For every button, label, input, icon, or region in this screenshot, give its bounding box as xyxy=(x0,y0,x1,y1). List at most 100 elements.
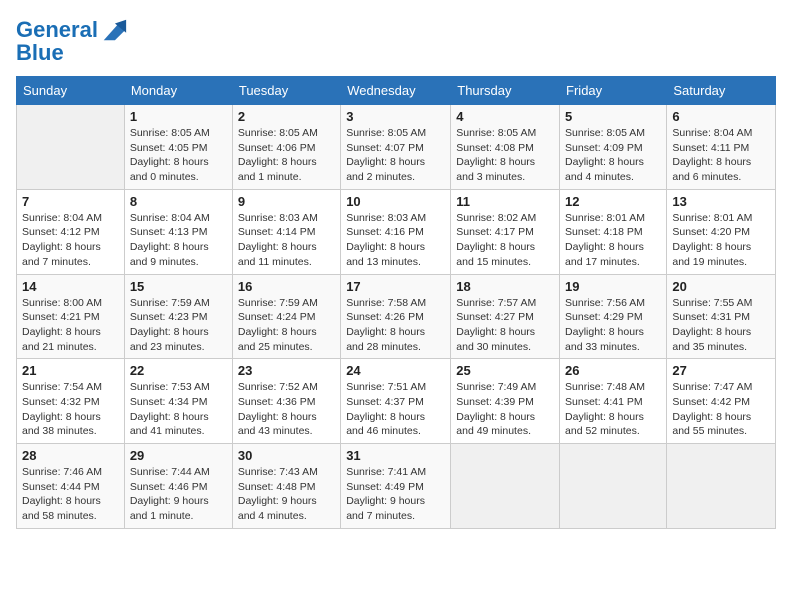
day-info: Sunrise: 7:46 AMSunset: 4:44 PMDaylight:… xyxy=(22,465,119,524)
day-info: Sunrise: 8:00 AMSunset: 4:21 PMDaylight:… xyxy=(22,296,119,355)
calendar-cell: 1 Sunrise: 8:05 AMSunset: 4:05 PMDayligh… xyxy=(124,105,232,190)
day-header-monday: Monday xyxy=(124,77,232,105)
day-number: 31 xyxy=(346,448,445,463)
day-number: 5 xyxy=(565,109,661,124)
day-number: 20 xyxy=(672,279,770,294)
day-header-friday: Friday xyxy=(560,77,667,105)
day-number: 16 xyxy=(238,279,335,294)
day-number: 21 xyxy=(22,363,119,378)
calendar-cell: 5 Sunrise: 8:05 AMSunset: 4:09 PMDayligh… xyxy=(560,105,667,190)
calendar-cell: 6 Sunrise: 8:04 AMSunset: 4:11 PMDayligh… xyxy=(667,105,776,190)
day-info: Sunrise: 7:43 AMSunset: 4:48 PMDaylight:… xyxy=(238,465,335,524)
calendar-table: SundayMondayTuesdayWednesdayThursdayFrid… xyxy=(16,76,776,529)
day-number: 18 xyxy=(456,279,554,294)
calendar-cell: 19 Sunrise: 7:56 AMSunset: 4:29 PMDaylig… xyxy=(560,274,667,359)
day-info: Sunrise: 8:05 AMSunset: 4:05 PMDaylight:… xyxy=(130,126,227,185)
day-info: Sunrise: 8:05 AMSunset: 4:08 PMDaylight:… xyxy=(456,126,554,185)
day-info: Sunrise: 8:01 AMSunset: 4:18 PMDaylight:… xyxy=(565,211,661,270)
week-row-2: 7 Sunrise: 8:04 AMSunset: 4:12 PMDayligh… xyxy=(17,189,776,274)
day-info: Sunrise: 8:04 AMSunset: 4:13 PMDaylight:… xyxy=(130,211,227,270)
calendar-cell: 29 Sunrise: 7:44 AMSunset: 4:46 PMDaylig… xyxy=(124,444,232,529)
day-info: Sunrise: 8:03 AMSunset: 4:14 PMDaylight:… xyxy=(238,211,335,270)
calendar-cell: 15 Sunrise: 7:59 AMSunset: 4:23 PMDaylig… xyxy=(124,274,232,359)
day-info: Sunrise: 8:05 AMSunset: 4:06 PMDaylight:… xyxy=(238,126,335,185)
calendar-cell: 11 Sunrise: 8:02 AMSunset: 4:17 PMDaylig… xyxy=(451,189,560,274)
day-number: 22 xyxy=(130,363,227,378)
day-info: Sunrise: 8:03 AMSunset: 4:16 PMDaylight:… xyxy=(346,211,445,270)
day-info: Sunrise: 7:52 AMSunset: 4:36 PMDaylight:… xyxy=(238,380,335,439)
calendar-cell: 4 Sunrise: 8:05 AMSunset: 4:08 PMDayligh… xyxy=(451,105,560,190)
week-row-1: 1 Sunrise: 8:05 AMSunset: 4:05 PMDayligh… xyxy=(17,105,776,190)
day-number: 29 xyxy=(130,448,227,463)
day-header-tuesday: Tuesday xyxy=(232,77,340,105)
day-number: 9 xyxy=(238,194,335,209)
calendar-cell: 30 Sunrise: 7:43 AMSunset: 4:48 PMDaylig… xyxy=(232,444,340,529)
calendar-cell: 2 Sunrise: 8:05 AMSunset: 4:06 PMDayligh… xyxy=(232,105,340,190)
week-row-5: 28 Sunrise: 7:46 AMSunset: 4:44 PMDaylig… xyxy=(17,444,776,529)
calendar-cell: 18 Sunrise: 7:57 AMSunset: 4:27 PMDaylig… xyxy=(451,274,560,359)
logo-icon xyxy=(100,16,128,44)
calendar-cell: 13 Sunrise: 8:01 AMSunset: 4:20 PMDaylig… xyxy=(667,189,776,274)
day-info: Sunrise: 7:48 AMSunset: 4:41 PMDaylight:… xyxy=(565,380,661,439)
day-number: 23 xyxy=(238,363,335,378)
calendar-cell: 23 Sunrise: 7:52 AMSunset: 4:36 PMDaylig… xyxy=(232,359,340,444)
day-info: Sunrise: 8:01 AMSunset: 4:20 PMDaylight:… xyxy=(672,211,770,270)
calendar-cell: 10 Sunrise: 8:03 AMSunset: 4:16 PMDaylig… xyxy=(341,189,451,274)
day-number: 27 xyxy=(672,363,770,378)
day-number: 24 xyxy=(346,363,445,378)
day-info: Sunrise: 7:58 AMSunset: 4:26 PMDaylight:… xyxy=(346,296,445,355)
day-info: Sunrise: 8:04 AMSunset: 4:12 PMDaylight:… xyxy=(22,211,119,270)
calendar-cell: 25 Sunrise: 7:49 AMSunset: 4:39 PMDaylig… xyxy=(451,359,560,444)
calendar-cell: 3 Sunrise: 8:05 AMSunset: 4:07 PMDayligh… xyxy=(341,105,451,190)
week-row-3: 14 Sunrise: 8:00 AMSunset: 4:21 PMDaylig… xyxy=(17,274,776,359)
day-number: 1 xyxy=(130,109,227,124)
calendar-cell: 14 Sunrise: 8:00 AMSunset: 4:21 PMDaylig… xyxy=(17,274,125,359)
day-number: 10 xyxy=(346,194,445,209)
day-number: 17 xyxy=(346,279,445,294)
day-info: Sunrise: 7:56 AMSunset: 4:29 PMDaylight:… xyxy=(565,296,661,355)
calendar-cell: 26 Sunrise: 7:48 AMSunset: 4:41 PMDaylig… xyxy=(560,359,667,444)
day-info: Sunrise: 8:04 AMSunset: 4:11 PMDaylight:… xyxy=(672,126,770,185)
calendar-cell xyxy=(17,105,125,190)
page-header: General Blue xyxy=(16,16,776,66)
day-info: Sunrise: 7:47 AMSunset: 4:42 PMDaylight:… xyxy=(672,380,770,439)
calendar-cell xyxy=(667,444,776,529)
calendar-cell: 17 Sunrise: 7:58 AMSunset: 4:26 PMDaylig… xyxy=(341,274,451,359)
calendar-cell: 27 Sunrise: 7:47 AMSunset: 4:42 PMDaylig… xyxy=(667,359,776,444)
calendar-cell: 21 Sunrise: 7:54 AMSunset: 4:32 PMDaylig… xyxy=(17,359,125,444)
day-header-sunday: Sunday xyxy=(17,77,125,105)
calendar-cell: 22 Sunrise: 7:53 AMSunset: 4:34 PMDaylig… xyxy=(124,359,232,444)
calendar-cell: 28 Sunrise: 7:46 AMSunset: 4:44 PMDaylig… xyxy=(17,444,125,529)
calendar-cell: 8 Sunrise: 8:04 AMSunset: 4:13 PMDayligh… xyxy=(124,189,232,274)
day-info: Sunrise: 7:51 AMSunset: 4:37 PMDaylight:… xyxy=(346,380,445,439)
calendar-cell: 16 Sunrise: 7:59 AMSunset: 4:24 PMDaylig… xyxy=(232,274,340,359)
day-info: Sunrise: 7:59 AMSunset: 4:23 PMDaylight:… xyxy=(130,296,227,355)
week-row-4: 21 Sunrise: 7:54 AMSunset: 4:32 PMDaylig… xyxy=(17,359,776,444)
day-info: Sunrise: 7:59 AMSunset: 4:24 PMDaylight:… xyxy=(238,296,335,355)
logo-text: General xyxy=(16,18,98,42)
day-number: 11 xyxy=(456,194,554,209)
day-info: Sunrise: 7:55 AMSunset: 4:31 PMDaylight:… xyxy=(672,296,770,355)
day-number: 2 xyxy=(238,109,335,124)
day-number: 26 xyxy=(565,363,661,378)
day-number: 12 xyxy=(565,194,661,209)
day-number: 19 xyxy=(565,279,661,294)
day-header-thursday: Thursday xyxy=(451,77,560,105)
day-info: Sunrise: 8:02 AMSunset: 4:17 PMDaylight:… xyxy=(456,211,554,270)
day-number: 25 xyxy=(456,363,554,378)
day-info: Sunrise: 7:54 AMSunset: 4:32 PMDaylight:… xyxy=(22,380,119,439)
day-number: 13 xyxy=(672,194,770,209)
calendar-cell: 24 Sunrise: 7:51 AMSunset: 4:37 PMDaylig… xyxy=(341,359,451,444)
day-info: Sunrise: 7:41 AMSunset: 4:49 PMDaylight:… xyxy=(346,465,445,524)
logo: General Blue xyxy=(16,16,128,66)
calendar-cell xyxy=(451,444,560,529)
day-number: 14 xyxy=(22,279,119,294)
calendar-cell: 9 Sunrise: 8:03 AMSunset: 4:14 PMDayligh… xyxy=(232,189,340,274)
day-info: Sunrise: 7:57 AMSunset: 4:27 PMDaylight:… xyxy=(456,296,554,355)
calendar-cell: 7 Sunrise: 8:04 AMSunset: 4:12 PMDayligh… xyxy=(17,189,125,274)
day-number: 3 xyxy=(346,109,445,124)
day-number: 8 xyxy=(130,194,227,209)
day-number: 7 xyxy=(22,194,119,209)
day-number: 4 xyxy=(456,109,554,124)
day-number: 28 xyxy=(22,448,119,463)
